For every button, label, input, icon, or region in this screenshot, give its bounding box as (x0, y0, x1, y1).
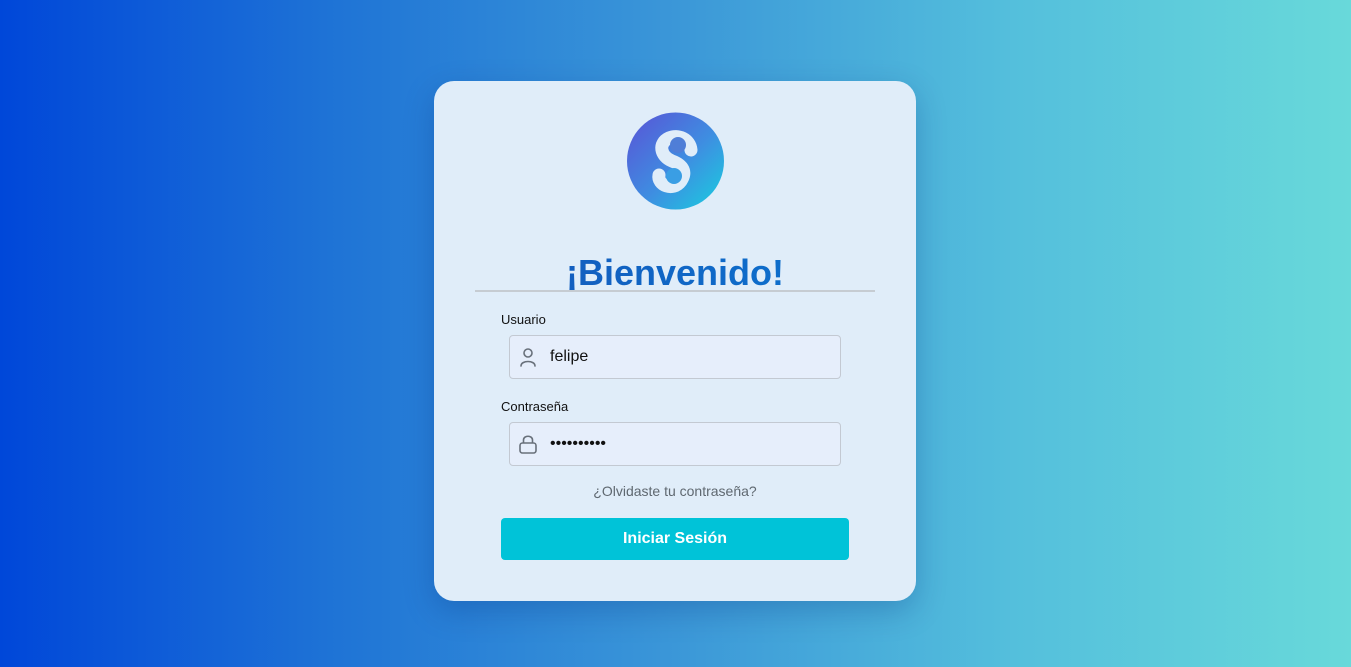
user-icon (517, 346, 539, 368)
password-field[interactable] (509, 422, 841, 466)
password-input[interactable] (550, 423, 830, 465)
username-input[interactable] (550, 336, 830, 378)
forgot-password-link[interactable]: ¿Olvidaste tu contraseña? (434, 482, 916, 500)
divider (475, 290, 875, 292)
password-label: Contraseña (501, 399, 569, 414)
username-label: Usuario (501, 312, 546, 327)
login-card: ¡Bienvenido! Usuario Contraseña ¿Olvidas… (434, 81, 916, 601)
login-button[interactable]: Iniciar Sesión (501, 518, 849, 560)
s-logo-icon (627, 112, 724, 210)
lock-icon (517, 433, 539, 455)
welcome-title: ¡Bienvenido! (434, 251, 916, 295)
username-field[interactable] (509, 335, 841, 379)
